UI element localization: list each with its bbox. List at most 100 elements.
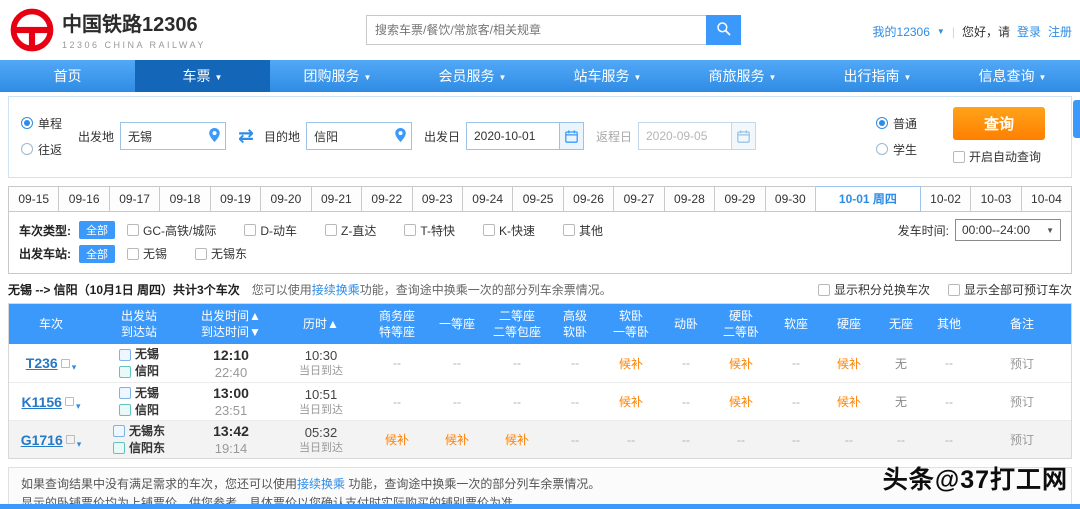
column-header[interactable]: 出发时间▲ 到达时间▼ (185, 308, 277, 340)
train-type-checkbox[interactable]: T-特快 (404, 222, 455, 239)
location-pin-icon[interactable] (209, 127, 220, 145)
date-tab[interactable]: 09-18 (160, 186, 211, 212)
date-tab[interactable]: 09-16 (59, 186, 110, 212)
date-tab[interactable]: 09-29 (715, 186, 766, 212)
train-number-link[interactable]: K1156 (21, 394, 61, 410)
seat-cell[interactable]: -- (925, 433, 973, 447)
date-tab[interactable]: 09-15 (8, 186, 60, 212)
seat-cell[interactable]: -- (925, 356, 973, 370)
date-tab[interactable]: 09-20 (261, 186, 312, 212)
date-tab[interactable]: 09-27 (614, 186, 665, 212)
nav-item[interactable]: 站车服务 ▼ (540, 60, 675, 92)
transfer-link[interactable]: 接续换乘 (297, 477, 345, 491)
depart-time-select[interactable]: 00:00--24:00 ▼ (955, 219, 1061, 241)
column-header[interactable]: 一等座 (429, 308, 485, 340)
seat-cell[interactable]: 候补 (601, 393, 661, 410)
depart-station-all-tag[interactable]: 全部 (79, 244, 115, 263)
nav-item[interactable]: 团购服务 ▼ (270, 60, 405, 92)
column-header[interactable]: 软卧 一等卧 (601, 308, 661, 340)
train-type-all-tag[interactable]: 全部 (79, 221, 115, 239)
display-toggle-checkbox[interactable]: 显示全部可预订车次 (947, 281, 1072, 298)
date-tab[interactable]: 09-19 (210, 186, 262, 212)
train-number-link[interactable]: T236 (26, 355, 58, 371)
seat-cell[interactable]: -- (549, 395, 601, 409)
seat-cell[interactable]: -- (549, 433, 601, 447)
date-tab[interactable]: 10-03 (971, 186, 1022, 212)
column-header[interactable]: 出发站 到达站 (93, 308, 185, 340)
book-cell[interactable]: 预订 (973, 393, 1071, 410)
search-input[interactable] (366, 15, 706, 45)
calendar-icon[interactable] (558, 123, 583, 149)
register-link[interactable]: 注册 (1048, 23, 1072, 40)
column-header[interactable]: 其他 (925, 308, 973, 340)
train-type-checkbox[interactable]: Z-直达 (325, 222, 376, 239)
search-button[interactable] (706, 15, 741, 45)
column-header[interactable]: 历时▲ (277, 308, 365, 340)
login-link[interactable]: 登录 (1017, 23, 1041, 40)
seat-cell[interactable]: -- (429, 395, 485, 409)
date-tab[interactable]: 09-17 (109, 186, 161, 212)
display-toggle-checkbox[interactable]: 显示积分兑换车次 (817, 281, 930, 298)
date-tab[interactable]: 09-21 (311, 186, 363, 212)
location-pin-icon[interactable] (395, 127, 406, 145)
seat-cell[interactable]: 候补 (601, 355, 661, 372)
nav-item[interactable]: 信息查询 ▼ (945, 60, 1080, 92)
trip-type-radio[interactable]: 往返 (21, 141, 62, 158)
date-tab[interactable]: 09-22 (362, 186, 413, 212)
from-station-input[interactable] (121, 123, 210, 149)
book-cell[interactable]: 预订 (973, 355, 1071, 372)
seat-cell[interactable]: -- (365, 395, 429, 409)
depart-station-checkbox[interactable]: 无锡 (127, 245, 167, 262)
expand-caret-icon[interactable]: ▾ (72, 362, 77, 373)
floating-side-tab[interactable] (1073, 100, 1080, 138)
seat-cell[interactable]: 候补 (365, 431, 429, 448)
train-type-checkbox[interactable]: D-动车 (244, 222, 297, 239)
seat-cell[interactable]: -- (877, 433, 925, 447)
date-tab[interactable]: 09-23 (412, 186, 463, 212)
return-date-input[interactable] (639, 123, 731, 149)
seat-cell[interactable]: 无 (877, 355, 925, 372)
train-type-checkbox[interactable]: 其他 (563, 222, 603, 239)
date-tab[interactable]: 09-25 (513, 186, 564, 212)
date-tab[interactable]: 10-01 周四 (816, 186, 921, 212)
passenger-type-radio[interactable]: 普通 (875, 115, 917, 132)
seat-cell[interactable]: 无 (877, 393, 925, 410)
seat-cell[interactable]: -- (661, 433, 711, 447)
seat-cell[interactable]: -- (365, 356, 429, 370)
column-header[interactable]: 无座 (877, 308, 925, 340)
seat-cell[interactable]: -- (485, 395, 549, 409)
column-header[interactable]: 动卧 (661, 308, 711, 340)
date-tab[interactable]: 09-26 (563, 186, 615, 212)
column-header[interactable]: 备注 (973, 308, 1071, 340)
seat-cell[interactable]: -- (771, 356, 821, 370)
seat-cell[interactable]: 候补 (711, 393, 771, 410)
seat-cell[interactable]: 候补 (485, 431, 549, 448)
seat-cell[interactable]: -- (661, 356, 711, 370)
passenger-type-radio[interactable]: 学生 (875, 141, 917, 158)
seat-cell[interactable]: 候补 (429, 431, 485, 448)
column-header[interactable]: 车次 (9, 308, 93, 340)
seat-cell[interactable]: -- (711, 433, 771, 447)
nav-item[interactable]: 会员服务 ▼ (405, 60, 540, 92)
column-header[interactable]: 高级 软卧 (549, 308, 601, 340)
seat-cell[interactable]: -- (771, 395, 821, 409)
trip-type-radio[interactable]: 单程 (21, 115, 62, 132)
seat-cell[interactable]: -- (601, 433, 661, 447)
train-number-link[interactable]: G1716 (21, 432, 63, 448)
expand-caret-icon[interactable]: ▾ (76, 401, 81, 412)
seat-cell[interactable]: -- (661, 395, 711, 409)
seat-cell[interactable]: 候补 (821, 393, 877, 410)
nav-item[interactable]: 车票 ▼ (135, 60, 270, 92)
nav-item[interactable]: 出行指南 ▼ (810, 60, 945, 92)
column-header[interactable]: 商务座 特等座 (365, 308, 429, 340)
seat-cell[interactable]: -- (821, 433, 877, 447)
seat-cell[interactable]: -- (485, 356, 549, 370)
seat-cell[interactable]: -- (771, 433, 821, 447)
depart-station-checkbox[interactable]: 无锡东 (195, 245, 247, 262)
date-tab[interactable]: 10-02 (920, 186, 972, 212)
book-cell[interactable]: 预订 (973, 431, 1071, 448)
auto-query-checkbox[interactable]: 开启自动查询 (953, 148, 1041, 165)
date-tab[interactable]: 09-30 (765, 186, 816, 212)
expand-caret-icon[interactable]: ▾ (77, 439, 82, 450)
seat-cell[interactable]: 候补 (821, 355, 877, 372)
